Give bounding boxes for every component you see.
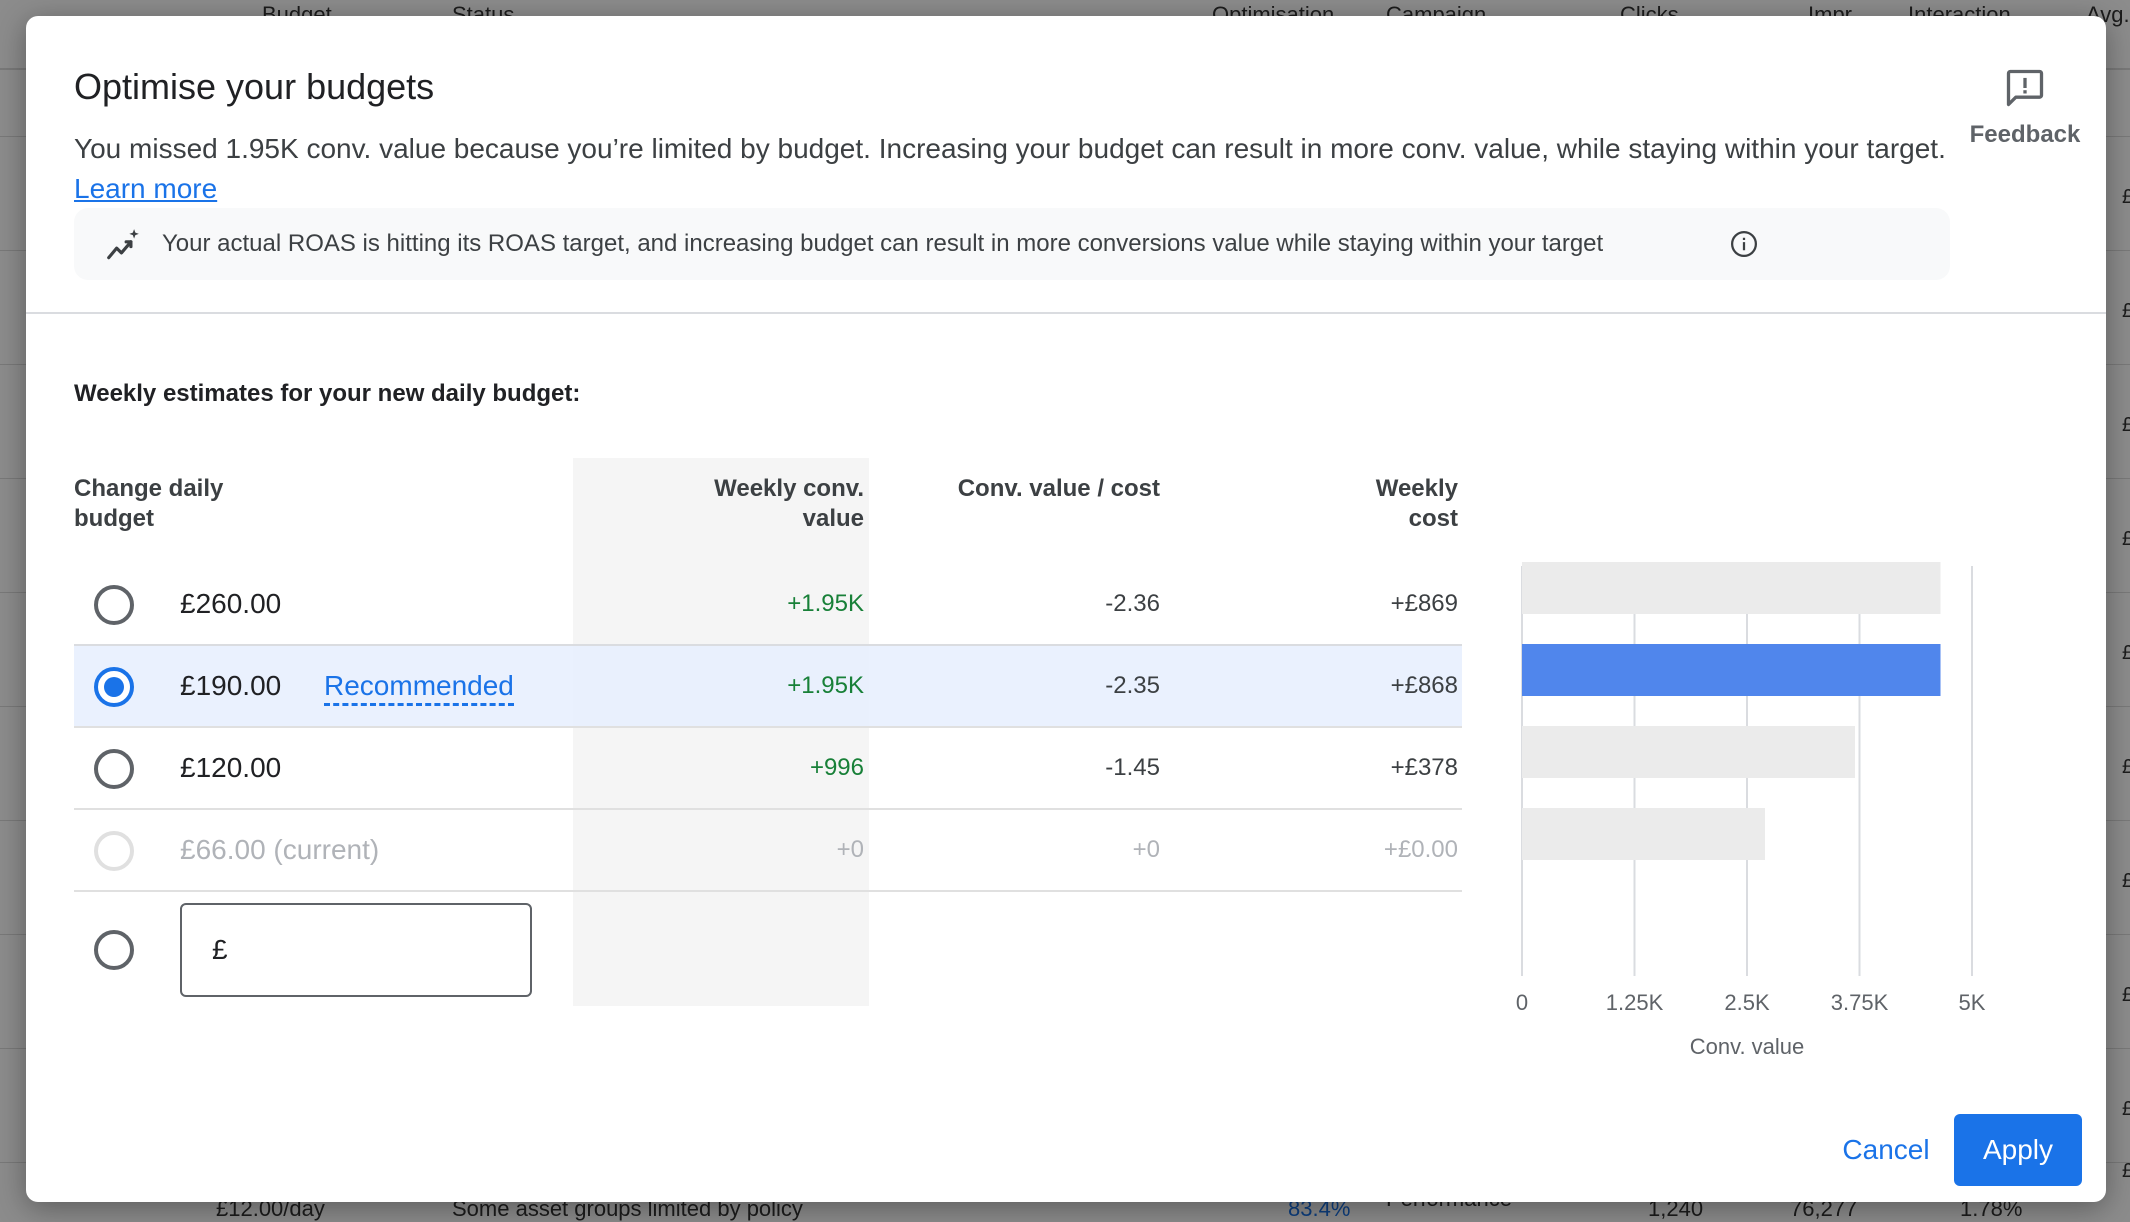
budget-option-row[interactable]: £260.00 +1.95K -2.36 +£869 [74,564,1462,646]
weekly-cost-cell: +£868 [1390,672,1458,699]
feedback-button[interactable]: Feedback [1950,66,2100,149]
chart-bar [1522,726,1855,778]
dialog-subtitle: You missed 1.95K conv. value because you… [74,129,1954,209]
recommended-label[interactable]: Recommended [324,646,514,726]
weekly-cost-cell: +£0.00 [1383,836,1458,863]
feedback-label: Feedback [1969,121,2081,148]
conv-value-cost-cell: -2.35 [1105,672,1160,699]
budget-amount: £260.00 [180,588,282,619]
cancel-button[interactable]: Cancel [1818,1114,1954,1186]
chart-tick-label: 3.75K [1831,990,1889,1015]
budget-amount-current: £66.00 (current) [180,834,380,865]
feedback-icon [2006,69,2044,107]
budget-radio-disabled [94,831,134,871]
header-weekly-conv-value[interactable]: Weekly conv. value [706,474,864,534]
missed-value-text: You missed 1.95K conv. value because you… [74,133,1946,164]
header-change-daily-budget: Change daily budget [74,475,224,532]
header-divider [26,312,2106,314]
chart-tick-label: 1.25K [1606,990,1664,1015]
custom-budget-input[interactable]: £ [180,903,532,997]
budget-option-row-current: £66.00 (current) +0 +0 +£0.00 [74,810,1462,892]
chart-x-axis-label: Conv. value [1690,1034,1805,1059]
trending-sparkle-icon [107,229,139,260]
budget-radio-selected[interactable] [94,667,134,707]
header-conv-value-cost[interactable]: Conv. value / cost [886,474,1160,504]
weekly-cost-cell: +£378 [1390,754,1458,781]
learn-more-link[interactable]: Learn more [74,173,217,204]
chart-tick-label: 2.5K [1724,990,1770,1015]
chart-bar [1522,644,1941,696]
chart-tick-label: 5K [1959,990,1986,1015]
conv-value-cost-cell: +0 [1132,836,1160,863]
budget-option-row[interactable]: £120.00 +996 -1.45 +£378 [74,728,1462,810]
conv-value-cost-cell: -1.45 [1105,754,1160,781]
currency-prefix: £ [212,934,228,965]
chart-bar [1522,808,1765,860]
budget-option-row-selected[interactable]: £190.00 Recommended +1.95K -2.35 +£868 [74,644,1462,728]
weekly-conv-value-cell: +996 [809,754,864,781]
section-title: Weekly estimates for your new daily budg… [74,380,581,407]
chart-bar [1522,562,1941,614]
weekly-cost-cell: +£869 [1390,590,1458,617]
weekly-conv-value-cell: +1.95K [787,672,864,699]
info-icon[interactable] [1729,229,1759,259]
apply-button[interactable]: Apply [1954,1114,2082,1186]
insight-banner: Your actual ROAS is hitting its ROAS tar… [74,208,1950,280]
header-weekly-cost[interactable]: Weekly cost [1346,474,1458,534]
insight-text: Your actual ROAS is hitting its ROAS tar… [162,230,1604,257]
dialog-title: Optimise your budgets [74,66,435,107]
optimise-budgets-dialog: Optimise your budgets You missed 1.95K c… [26,16,2106,1202]
weekly-conv-value-cell: +0 [836,836,864,863]
chart-tick-label: 0 [1516,990,1528,1015]
budget-amount: £120.00 [180,752,282,783]
budget-radio[interactable] [94,749,134,789]
conv-value-cost-cell: -2.36 [1105,590,1160,617]
budget-radio[interactable] [94,585,134,625]
conv-value-bar-chart: 0 1.25K 2.5K 3.75K 5K Conv. value [1516,562,1986,1059]
custom-budget-radio[interactable] [94,930,134,970]
weekly-conv-value-cell: +1.95K [787,590,864,617]
budget-amount: £190.00 [180,670,282,701]
